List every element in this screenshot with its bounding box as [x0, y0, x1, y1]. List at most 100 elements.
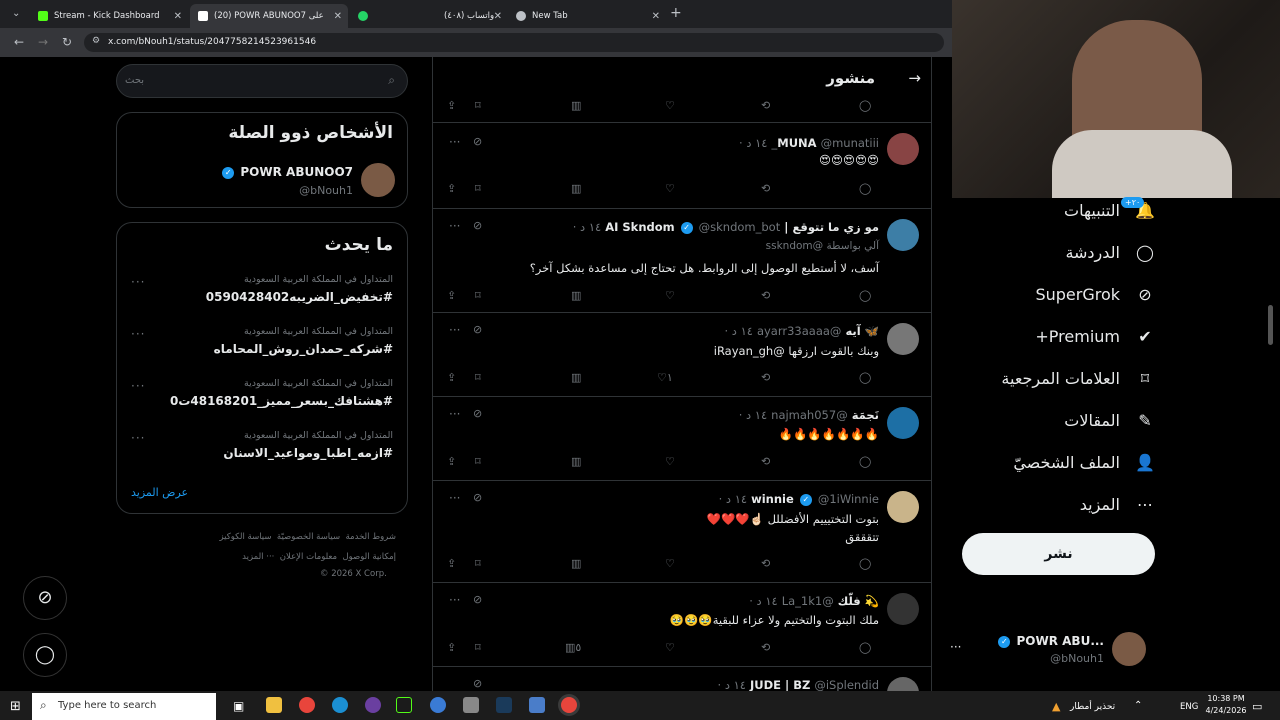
nav-chat[interactable]: ◯ الدردشة — [1065, 243, 1156, 262]
avatar[interactable] — [887, 407, 919, 439]
trend-tag[interactable]: #ازمه_اطبا_ومواعيد_الاسنان — [223, 446, 393, 460]
retweet-icon[interactable]: ⟲ — [761, 371, 770, 384]
grok-icon[interactable]: ⊘ — [473, 135, 482, 148]
close-icon[interactable]: ✕ — [174, 11, 182, 22]
grok-icon[interactable]: ⊘ — [473, 593, 482, 606]
search-input[interactable]: بحث ⌕ — [116, 64, 408, 98]
account-switcher[interactable]: ··· ✓ POWR ABU... @bNouh1 — [950, 628, 1150, 672]
post-author[interactable]: نَجمَة @najmah057 ١٤ د · — [739, 408, 879, 422]
share-icon[interactable]: ⇪ — [447, 182, 456, 195]
post-author[interactable]: 🦋 آيه @ayarr33aaaa ١٤ د · — [724, 324, 879, 338]
views-icon[interactable]: ▥ — [571, 99, 581, 112]
more-icon[interactable]: ··· — [449, 219, 460, 233]
views-icon[interactable]: ▥ — [571, 289, 581, 302]
windows-start-icon[interactable]: ⊞ — [10, 699, 21, 714]
obs-icon[interactable] — [396, 697, 412, 713]
close-icon[interactable]: ✕ — [334, 11, 342, 22]
app-icon[interactable] — [463, 697, 479, 713]
discord-icon[interactable] — [365, 697, 381, 713]
weather-text[interactable]: تحذير أمطار — [1070, 702, 1115, 712]
app-icon[interactable] — [529, 697, 545, 713]
avatar[interactable] — [887, 219, 919, 251]
share-icon[interactable]: ⇪ — [447, 557, 456, 570]
edge-icon[interactable] — [332, 697, 348, 713]
retweet-icon[interactable]: ⟲ — [761, 289, 770, 302]
back-arrow-icon[interactable]: → — [908, 69, 921, 87]
reload-icon[interactable]: ↻ — [62, 35, 72, 49]
post[interactable]: 🦋 آيه @ayarr33aaaa ١٤ د · ··· ⊘ وبنك بال… — [433, 313, 931, 397]
reply-icon[interactable]: ◯ — [859, 455, 871, 468]
more-icon[interactable]: ··· — [449, 323, 460, 337]
trend-tag[interactable]: #هشتافك_بسعر_مميز_48168201ت0 — [170, 394, 393, 408]
reply-icon[interactable]: ◯ — [859, 99, 871, 112]
avatar[interactable] — [887, 133, 919, 165]
views-icon[interactable]: ▥ — [571, 182, 581, 195]
grok-icon[interactable]: ⊘ — [473, 219, 482, 232]
retweet-icon[interactable]: ⟲ — [761, 182, 770, 195]
footer-link[interactable]: معلومات الإعلان — [280, 552, 337, 562]
avatar[interactable] — [361, 163, 395, 197]
post[interactable]: MUNA @munatiii_ ١٤ د · ··· ⊘ 😍😍😍😍😍 ⇪ ⌑ ▥ ♡ ⟲… — [433, 123, 931, 209]
back-icon[interactable]: ← — [14, 35, 24, 49]
share-icon[interactable]: ⇪ — [447, 455, 456, 468]
nav-more[interactable]: ⋯ المزيد — [1080, 495, 1156, 514]
like-icon[interactable]: ♡ — [665, 182, 675, 195]
more-icon[interactable]: ··· — [449, 135, 460, 149]
grok-icon[interactable]: ⊘ — [473, 323, 482, 336]
footer-link[interactable]: ··· المزيد — [242, 552, 274, 562]
language-indicator[interactable]: ENG — [1180, 702, 1198, 712]
grok-icon[interactable]: ⊘ — [473, 491, 482, 504]
related-name-row[interactable]: POWR ABUNOO7 ✓ — [220, 165, 353, 179]
bookmark-icon[interactable]: ⌑ — [475, 289, 481, 302]
reply-icon[interactable]: ◯ — [859, 371, 871, 384]
retweet-icon[interactable]: ⟲ — [761, 99, 770, 112]
grok-icon[interactable]: ⊘ — [473, 677, 482, 690]
reply-icon[interactable]: ◯ — [859, 289, 871, 302]
post-author[interactable]: JUDE | BZ @iSplendid ١٤ د · — [718, 678, 879, 691]
grok-icon[interactable]: ⊘ — [473, 407, 482, 420]
reply-icon[interactable]: ◯ — [859, 557, 871, 570]
close-icon[interactable]: ✕ — [652, 11, 660, 22]
share-icon[interactable]: ⇪ — [447, 641, 456, 654]
nav-profile[interactable]: 👤 الملف الشخصيّ — [1013, 453, 1156, 472]
bookmark-icon[interactable]: ⌑ — [475, 641, 481, 654]
like-icon[interactable]: ♡ — [665, 455, 675, 468]
views-icon[interactable]: ▥ ٥ — [565, 641, 581, 654]
avatar[interactable] — [887, 323, 919, 355]
avatar[interactable] — [887, 677, 919, 691]
footer-link[interactable]: سياسة الكوكيز — [219, 532, 271, 542]
post[interactable]: مو زي ما تتوقع | AI Skndom ✓ @skndom_bot… — [433, 209, 931, 313]
notification-center-icon[interactable]: ▭ — [1252, 700, 1262, 713]
more-icon[interactable]: ··· — [131, 379, 145, 393]
retweet-icon[interactable]: ⟲ — [761, 641, 770, 654]
more-icon[interactable]: ··· — [131, 275, 145, 289]
like-icon[interactable]: ♡ — [665, 99, 675, 112]
retweet-icon[interactable]: ⟲ — [761, 455, 770, 468]
forward-icon[interactable]: → — [38, 35, 48, 49]
more-icon[interactable]: ··· — [449, 407, 460, 421]
scrollbar-thumb[interactable] — [1268, 305, 1273, 345]
nav-premium[interactable]: ✔ Premium+ — [1035, 327, 1156, 346]
post-author[interactable]: 💫 فلّك @La_1k1 ١٤ د · — [749, 594, 879, 608]
bookmark-icon[interactable]: ⌑ — [475, 455, 481, 468]
footer-link[interactable]: سياسة الخصوصيّة — [277, 532, 340, 542]
share-icon[interactable]: ⇪ — [447, 289, 456, 302]
app-icon[interactable] — [430, 697, 446, 713]
tab-whatsapp[interactable]: واتساب (٤٠٨) ✕ — [350, 4, 508, 28]
tab-new[interactable]: New Tab ✕ — [508, 4, 666, 28]
footer-link[interactable]: شروط الخدمة — [346, 532, 397, 542]
close-icon[interactable]: ✕ — [494, 11, 502, 22]
trend-tag[interactable]: #تخفيض_الضريبه0590428402 — [206, 290, 393, 304]
tab-kick[interactable]: Stream - Kick Dashboard ✕ — [30, 4, 188, 28]
file-explorer-icon[interactable] — [266, 697, 282, 713]
bookmark-icon[interactable]: ⌑ — [475, 99, 481, 112]
avatar[interactable] — [887, 491, 919, 523]
trend-tag[interactable]: #شركه_حمدان_روش_المحاماه — [214, 342, 393, 356]
post-author[interactable]: winnie ✓ @1iWinnie ١٤ د · — [719, 492, 879, 506]
bookmark-icon[interactable]: ⌑ — [475, 182, 481, 195]
share-icon[interactable]: ⇪ — [447, 371, 456, 384]
post-button[interactable]: نشر — [962, 533, 1155, 575]
share-icon[interactable]: ⇪ — [447, 99, 456, 112]
new-tab-icon[interactable]: + — [670, 5, 682, 21]
post[interactable]: JUDE | BZ @iSplendid ١٤ د · ⊘ — [433, 667, 931, 691]
